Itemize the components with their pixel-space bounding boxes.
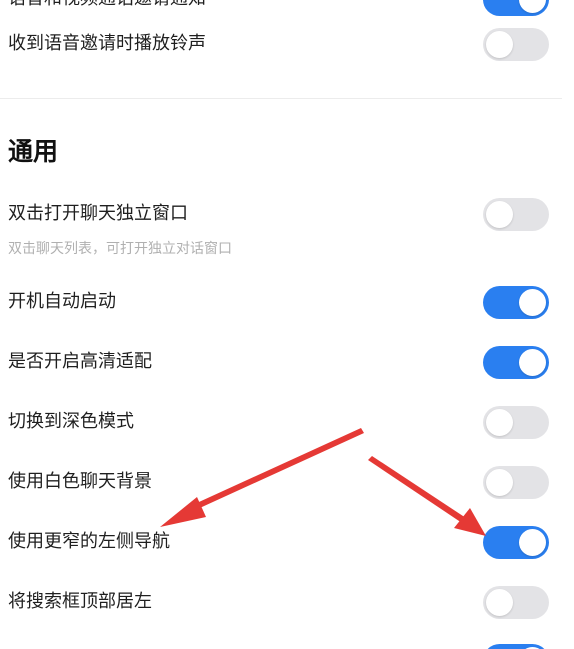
search-box-top-left-label: 将搜索框顶部居左 [8, 591, 152, 612]
double-click-open-window-label: 双击打开聊天独立窗口 [8, 203, 188, 224]
annotation-arrow-to-label [160, 428, 364, 527]
invite-ringtone-label: 收到语音邀请时播放铃声 [8, 33, 206, 54]
narrow-left-nav-toggle[interactable] [483, 526, 549, 559]
next-setting-toggle[interactable] [483, 644, 549, 649]
toggle-knob [519, 0, 546, 13]
toggle-knob [486, 589, 513, 616]
toggle-knob [486, 409, 513, 436]
settings-page: 语音和视频通话邀请通知 收到语音邀请时播放铃声 通用 双击打开聊天独立窗口 双击… [0, 0, 574, 649]
section-divider [0, 98, 562, 99]
toggle-knob [519, 289, 546, 316]
white-chat-background-toggle[interactable] [483, 466, 549, 499]
invite-ringtone-toggle[interactable] [483, 28, 549, 61]
dark-mode-toggle[interactable] [483, 406, 549, 439]
toggle-knob [519, 349, 546, 376]
double-click-open-window-description: 双击聊天列表，可打开独立对话窗口 [8, 241, 232, 257]
white-chat-background-label: 使用白色聊天背景 [8, 471, 152, 492]
dark-mode-label: 切换到深色模式 [8, 411, 134, 432]
toggle-knob [486, 469, 513, 496]
voice-video-invite-notify-toggle[interactable] [483, 0, 549, 16]
auto-start-label: 开机自动启动 [8, 291, 116, 312]
search-box-top-left-toggle[interactable] [483, 586, 549, 619]
annotation-arrow-to-toggle [368, 456, 486, 536]
toggle-knob [486, 31, 513, 58]
toggle-knob [486, 201, 513, 228]
auto-start-toggle[interactable] [483, 286, 549, 319]
general-section-title: 通用 [8, 137, 59, 166]
hd-adaptation-toggle[interactable] [483, 346, 549, 379]
toggle-knob [519, 529, 546, 556]
voice-video-invite-notify-label: 语音和视频通话邀请通知 [8, 0, 206, 11]
double-click-open-window-toggle[interactable] [483, 198, 549, 231]
hd-adaptation-label: 是否开启高清适配 [8, 351, 152, 372]
narrow-left-nav-label: 使用更窄的左侧导航 [8, 531, 170, 552]
